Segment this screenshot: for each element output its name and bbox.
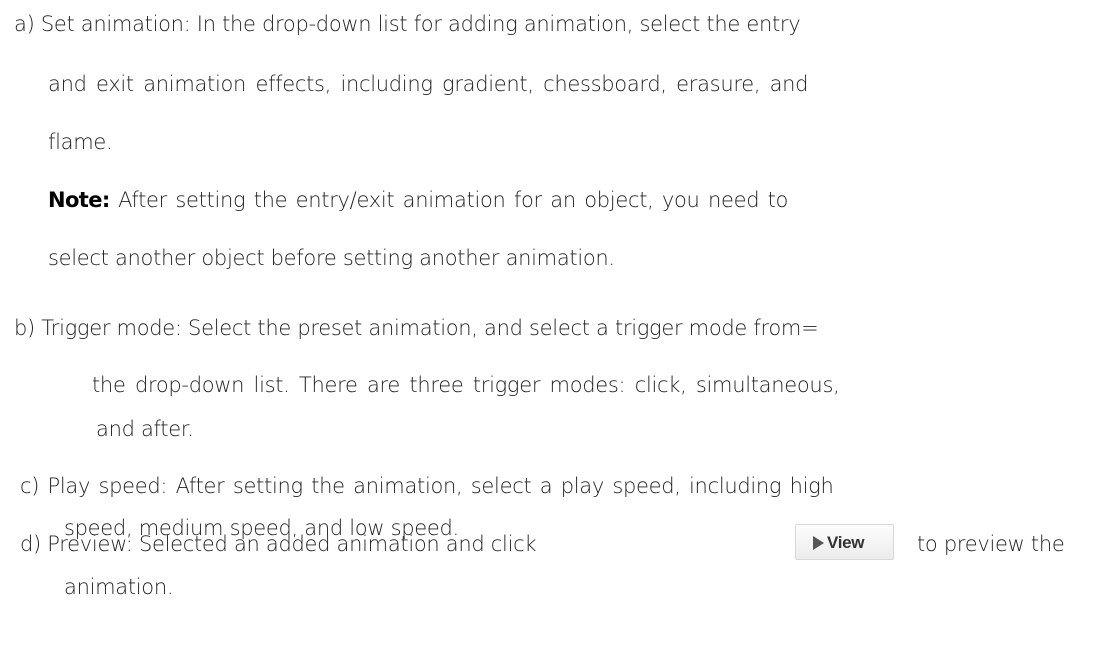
item-b-line-1: b) Trigger mode: Select the preset anima… — [14, 316, 819, 340]
note-text: After setting the entry/exit animation f… — [109, 188, 789, 212]
item-d-line-1: d) Preview: Selected an added animation … — [20, 532, 537, 556]
note-line-1: Note: After setting the entry/exit anima… — [48, 186, 788, 214]
note-label: Note: — [48, 188, 110, 212]
view-button[interactable]: View — [795, 524, 894, 560]
item-a-line-2: and exit animation effects, including gr… — [48, 72, 809, 96]
item-a-line-3: flame. — [48, 130, 113, 154]
view-button-label: View — [827, 533, 865, 552]
play-triangle-icon — [813, 536, 824, 550]
item-a-line-1: a) Set animation: In the drop-down list … — [14, 12, 801, 36]
note-line-2: select another object before setting ano… — [48, 246, 615, 270]
item-c-line-1: c) Play speed: After setting the animati… — [20, 474, 834, 498]
item-b-line-2: the drop-down list. There are three trig… — [92, 373, 840, 397]
item-d-line-2: animation. — [64, 575, 174, 599]
item-d-line-1-after: to preview the — [917, 532, 1065, 556]
item-b-line-3: and after. — [96, 417, 194, 441]
